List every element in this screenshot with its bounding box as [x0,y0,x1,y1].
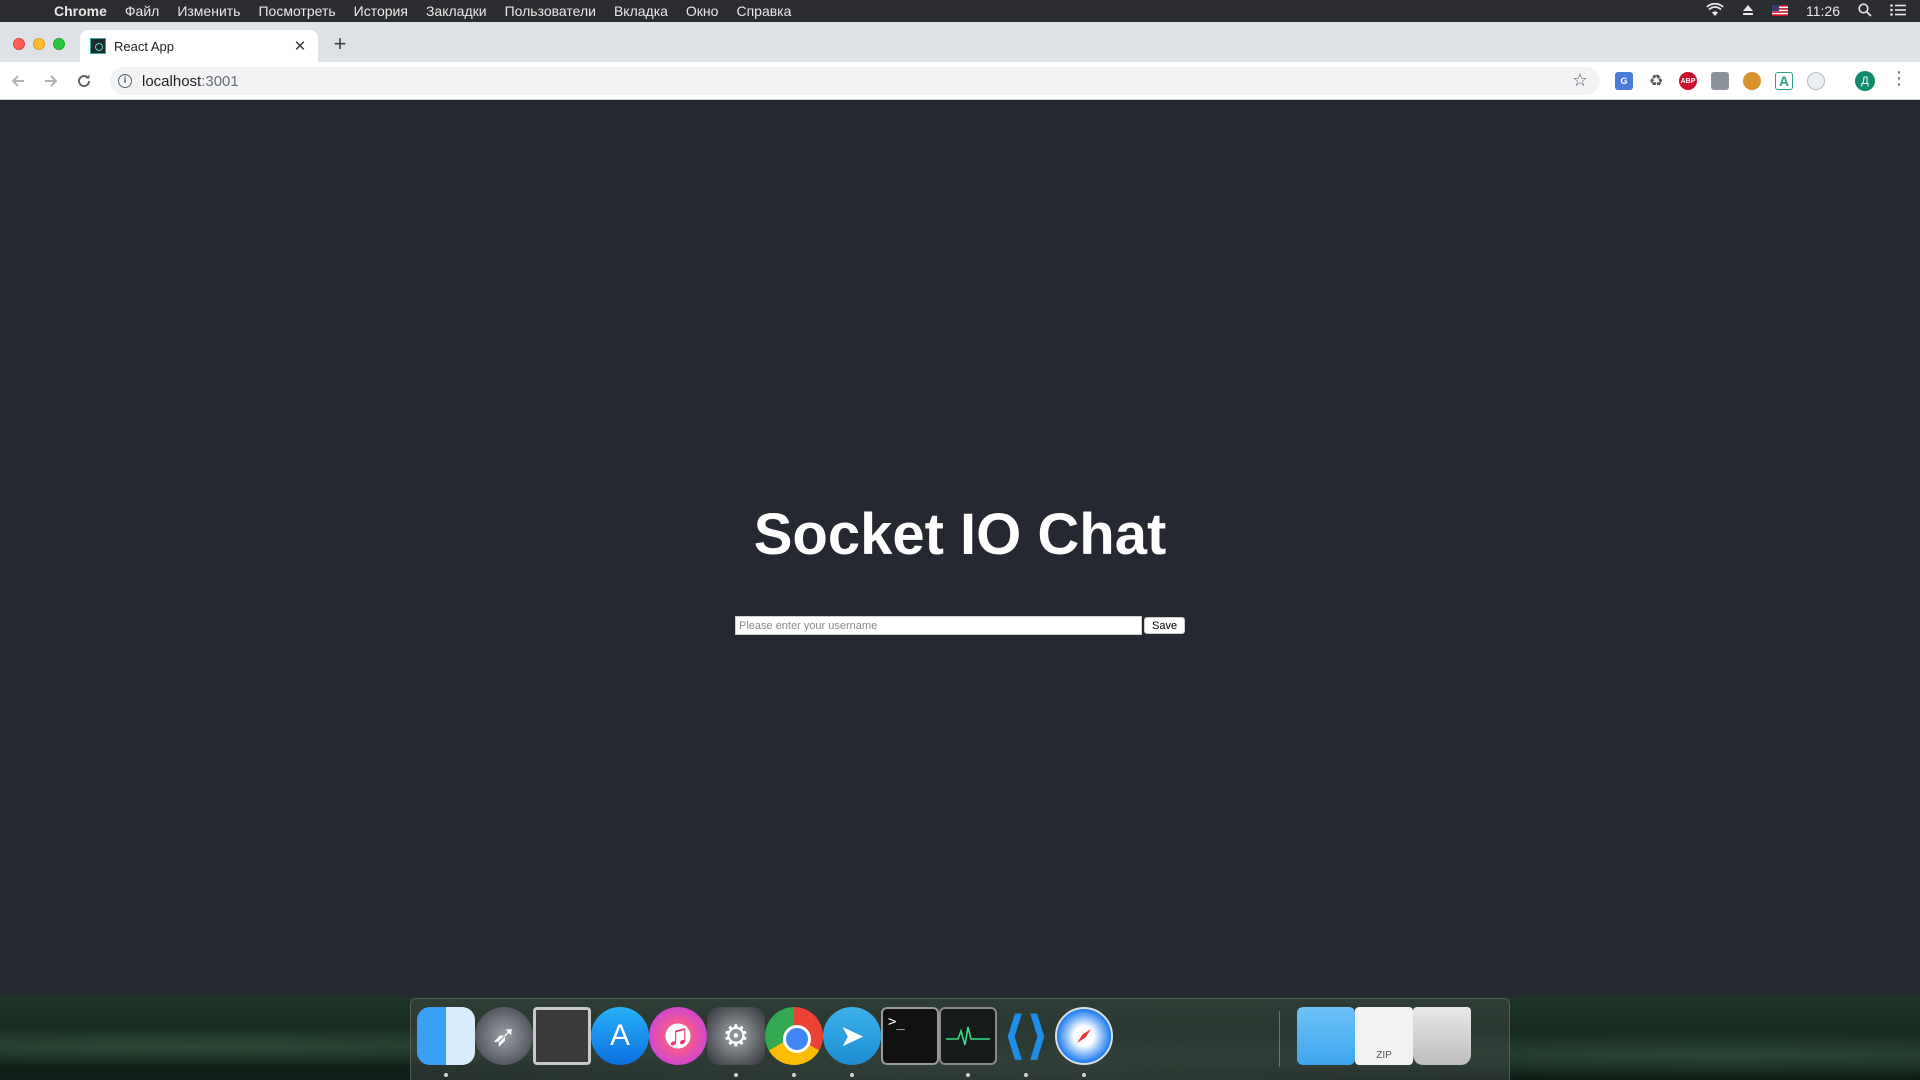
folder-icon [1297,1007,1355,1065]
launchpad-rocket-icon: ➶ [475,1007,533,1065]
dock-itunes[interactable]: ♫ [649,1007,707,1067]
dock-system-preferences[interactable]: ⚙ [707,1007,765,1077]
us-flag-icon[interactable] [1772,3,1788,19]
chrome-icon [765,1007,823,1065]
dock-separator [1279,1011,1280,1067]
dock-app-store[interactable]: A [591,1007,649,1067]
macos-menu-bar: Chrome Файл Изменить Посмотреть История … [0,0,1920,22]
running-indicator [966,1073,970,1077]
telegram-icon: ➤ [823,1007,881,1065]
notification-center-icon[interactable] [1890,3,1906,19]
address-bar[interactable]: i localhost:3001 ☆ [110,67,1600,95]
running-indicator [850,1073,854,1077]
wifi-icon[interactable] [1706,2,1724,20]
reload-icon [78,74,91,87]
image-extension-icon[interactable] [1711,72,1729,90]
window-close-button[interactable] [13,38,25,50]
system-preferences-gear-icon: ⚙ [707,1007,765,1065]
browser-toolbar: i localhost:3001 ☆ G ♻ ABP A Д ⋮ [0,62,1920,100]
username-input[interactable] [735,616,1142,635]
menu-tab[interactable]: Вкладка [614,3,668,19]
dock-chrome[interactable] [765,1007,823,1077]
tab-close-icon[interactable]: ✕ [290,37,310,55]
dock-safari[interactable] [1055,1007,1113,1077]
profile-avatar[interactable]: Д [1855,71,1875,91]
tab-title: React App [114,38,174,54]
extensions-area: G ♻ ABP A [1615,70,1839,92]
url-host: localhost [142,72,202,90]
window-zoom-button[interactable] [53,38,65,50]
browser-tab-strip: React App ✕ + [0,22,1920,62]
dock-zip-archive[interactable]: ZIP [1355,1007,1413,1067]
eject-icon[interactable] [1742,3,1754,19]
dock-telegram[interactable]: ➤ [823,1007,881,1077]
font-extension-icon[interactable]: A [1775,72,1793,90]
clock-extension-icon[interactable] [1807,72,1825,90]
username-form: Save [735,616,1186,635]
back-arrow-icon [11,74,24,87]
menu-view[interactable]: Посмотреть [258,3,335,19]
photo-slideshow-icon [533,1007,591,1065]
dock-trash[interactable] [1413,1007,1471,1067]
menubar-clock[interactable]: 11:26 [1806,3,1840,19]
site-info-icon[interactable]: i [118,74,132,88]
vscode-icon: ⟨⟩ [1002,1007,1050,1065]
menu-file[interactable]: Файл [125,3,159,19]
chrome-menu-icon[interactable]: ⋮ [1890,68,1908,89]
activity-monitor-icon [939,1007,997,1065]
recycle-extension-icon[interactable]: ♻ [1647,72,1665,90]
new-tab-button[interactable]: + [330,33,350,55]
forward-arrow-icon [45,74,58,87]
dock-photo-app[interactable] [533,1007,591,1067]
browser-tab-active[interactable]: React App ✕ [80,30,318,62]
reload-button[interactable] [69,66,99,96]
bookmark-star-icon[interactable]: ☆ [1572,70,1588,91]
menu-edit[interactable]: Изменить [177,3,240,19]
menu-history[interactable]: История [354,3,408,19]
trash-icon [1413,1007,1471,1065]
finder-icon [417,1007,475,1065]
dock-finder[interactable] [417,1007,475,1077]
dock-activity-monitor[interactable] [939,1007,997,1077]
zip-file-icon: ZIP [1355,1007,1413,1065]
menubar-status-area: 11:26 [1688,0,1920,22]
dock-vscode[interactable]: ⟨⟩ [997,1007,1055,1077]
forward-button[interactable] [36,66,66,96]
running-indicator [1024,1073,1028,1077]
window-minimize-button[interactable] [33,38,45,50]
menu-users[interactable]: Пользователи [505,3,596,19]
app-store-icon: A [591,1007,649,1065]
page-title: Socket IO Chat [753,502,1167,567]
macos-dock: ➶ A ♫ ⚙ ➤ >_ ⟨⟩ ZIP [410,998,1510,1080]
menu-bookmarks[interactable]: Закладки [426,3,487,19]
menu-app-name[interactable]: Chrome [54,3,107,19]
web-page-content: Socket IO Chat Save [0,101,1920,996]
running-indicator [1082,1073,1086,1077]
react-favicon-icon [90,38,106,54]
safari-compass-icon [1055,1007,1113,1065]
running-indicator [444,1073,448,1077]
terminal-icon: >_ [881,1007,939,1065]
back-button[interactable] [3,66,33,96]
save-button[interactable]: Save [1144,617,1186,634]
menu-window[interactable]: Окно [686,3,719,19]
cookie-extension-icon[interactable] [1743,72,1761,90]
dock-downloads-folder[interactable] [1297,1007,1355,1067]
url-port: :3001 [201,72,239,90]
spotlight-search-icon[interactable] [1858,2,1872,20]
menu-help[interactable]: Справка [736,3,791,19]
dock-terminal[interactable]: >_ [881,1007,939,1067]
itunes-music-icon: ♫ [649,1007,707,1065]
dock-launchpad[interactable]: ➶ [475,1007,533,1067]
adblock-plus-extension-icon[interactable]: ABP [1679,72,1697,90]
running-indicator [734,1073,738,1077]
google-translate-extension-icon[interactable]: G [1615,72,1633,90]
running-indicator [792,1073,796,1077]
